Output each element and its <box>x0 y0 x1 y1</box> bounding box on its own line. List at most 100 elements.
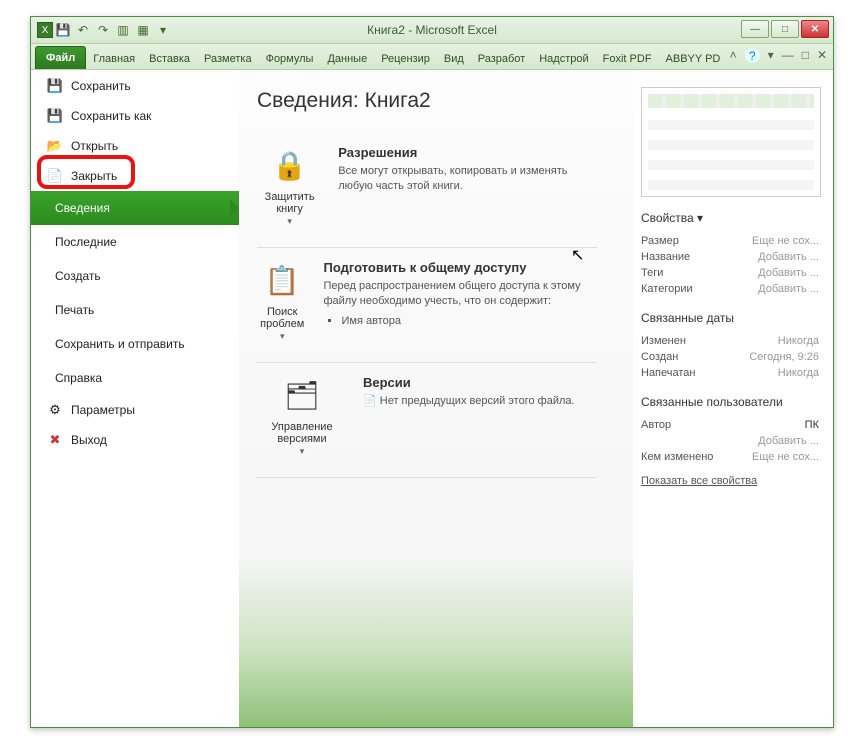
sidebar-recent[interactable]: Последние <box>31 225 239 259</box>
tab-home[interactable]: Главная <box>86 49 142 69</box>
dropdown-icon: ▾ <box>287 216 292 226</box>
prop-printed: НапечатанНикогда <box>641 365 819 381</box>
dropdown-icon: ▾ <box>280 331 285 341</box>
maximize-button[interactable]: □ <box>771 20 799 38</box>
sidebar-label: Сохранить и отправить <box>55 337 185 351</box>
prop-tags[interactable]: ТегиДобавить ... <box>641 265 819 281</box>
tab-layout[interactable]: Разметка <box>197 49 259 69</box>
sidebar-label: Закрыть <box>71 169 117 183</box>
dropdown-icon: ▾ <box>300 446 305 456</box>
tab-file[interactable]: Файл <box>35 46 86 69</box>
prop-lastmod-by: Кем измененоЕще не сох... <box>641 449 819 465</box>
save-as-icon: 💾 <box>47 108 63 124</box>
sidebar-label: Печать <box>55 303 94 317</box>
section-text: Все могут открывать, копировать и изменя… <box>338 164 597 195</box>
properties-header[interactable]: Свойства ▾ <box>641 211 819 225</box>
qat-save-icon[interactable]: 💾 <box>53 20 73 40</box>
title-bar: X 💾 ↶ ↷ ▥ ▦ ▾ Книга2 - Microsoft Excel —… <box>31 17 833 44</box>
sidebar-info[interactable]: Сведения <box>31 191 239 225</box>
close-doc-icon: 📄 <box>47 168 63 184</box>
backstage-main: Сведения: Книга2 🔒 Защитить книгу ▾ Разр… <box>239 71 633 727</box>
qat-more2-icon[interactable]: ▦ <box>133 20 153 40</box>
section-versions: 🗂 Управление версиями ▾ Версии 📄 Нет пре… <box>257 363 597 478</box>
sidebar-options[interactable]: ⚙ Параметры <box>31 395 239 425</box>
workbook-close-icon[interactable]: ✕ <box>817 48 827 63</box>
protect-workbook-button[interactable]: 🔒 Защитить книгу ▾ <box>257 145 322 227</box>
tab-data[interactable]: Данные <box>320 49 374 69</box>
button-label: Управление версиями <box>257 421 347 445</box>
ribbon-tabs: Файл Главная Вставка Разметка Формулы Да… <box>31 44 833 70</box>
window-controls: — □ ✕ <box>741 20 829 38</box>
folder-search-icon: 🗂 <box>278 375 326 415</box>
minimize-button[interactable]: — <box>741 20 769 38</box>
sidebar-label: Параметры <box>71 403 135 417</box>
sidebar-exit[interactable]: ✖ Выход <box>31 425 239 455</box>
sidebar-label: Сведения <box>55 201 110 215</box>
ribbon-down-icon[interactable]: ▾ <box>768 48 774 63</box>
tab-review[interactable]: Рецензир <box>374 49 437 69</box>
section-title: Подготовить к общему доступу <box>323 260 597 275</box>
properties-panel: Свойства ▾ РазмерЕще не сох... НазваниеД… <box>633 71 833 727</box>
qat-undo-icon[interactable]: ↶ <box>73 20 93 40</box>
prop-created: СозданСегодня, 9:26 <box>641 349 819 365</box>
close-button[interactable]: ✕ <box>801 20 829 38</box>
prop-title[interactable]: НазваниеДобавить ... <box>641 249 819 265</box>
ribbon-up-icon[interactable]: ˄ <box>730 48 737 63</box>
section-title: Разрешения <box>338 145 597 160</box>
sidebar-label: Сохранить <box>71 79 131 93</box>
sidebar-label: Выход <box>71 433 107 447</box>
prop-categories[interactable]: КатегорииДобавить ... <box>641 281 819 297</box>
ribbon-right-controls: ˄ ? ▾ — □ ✕ <box>730 48 827 63</box>
section-title: Версии <box>363 375 575 390</box>
footer-gradient <box>239 557 633 727</box>
show-all-properties-link[interactable]: Показать все свойства <box>641 475 757 487</box>
button-label: Защитить книгу <box>257 191 322 215</box>
app-icon: X <box>37 22 53 38</box>
tab-foxit[interactable]: Foxit PDF <box>596 49 659 69</box>
tab-view[interactable]: Вид <box>437 49 471 69</box>
sidebar-save[interactable]: 💾 Сохранить <box>31 71 239 101</box>
workbook-restore-icon[interactable]: □ <box>802 48 809 63</box>
help-icon[interactable]: ? <box>745 48 760 63</box>
section-permissions: 🔒 Защитить книгу ▾ Разрешения Все могут … <box>257 133 597 248</box>
prepare-description: Подготовить к общему доступу Перед распр… <box>323 260 597 342</box>
tab-abbyy[interactable]: ABBYY PD <box>659 49 728 69</box>
sidebar-save-as[interactable]: 💾 Сохранить как <box>31 101 239 131</box>
sidebar-new[interactable]: Создать <box>31 259 239 293</box>
bullet-item: Имя автора <box>341 314 597 329</box>
qat-dropdown-icon[interactable]: ▾ <box>153 20 173 40</box>
tab-insert[interactable]: Вставка <box>142 49 197 69</box>
section-prepare: 📋 Поиск проблем ▾ Подготовить к общему д… <box>257 248 597 363</box>
excel-window: X 💾 ↶ ↷ ▥ ▦ ▾ Книга2 - Microsoft Excel —… <box>30 16 834 728</box>
sidebar-close[interactable]: 📄 Закрыть <box>31 161 239 191</box>
thumbnail-preview <box>641 87 821 197</box>
workbook-min-icon[interactable]: — <box>782 48 794 63</box>
button-label: Поиск проблем <box>257 306 307 330</box>
sidebar-label: Сохранить как <box>71 109 151 123</box>
sidebar-open[interactable]: 📂 Открыть <box>31 131 239 161</box>
check-issues-button[interactable]: 📋 Поиск проблем ▾ <box>257 260 307 342</box>
qat-more1-icon[interactable]: ▥ <box>113 20 133 40</box>
tab-addins[interactable]: Надстрой <box>532 49 595 69</box>
tab-formulas[interactable]: Формулы <box>259 49 321 69</box>
qat-redo-icon[interactable]: ↷ <box>93 20 113 40</box>
page-title: Сведения: Книга2 <box>257 89 617 113</box>
sidebar-label: Открыть <box>71 139 118 153</box>
users-header: Связанные пользователи <box>641 395 819 409</box>
gear-icon: ⚙ <box>47 402 63 418</box>
prop-author: АвторПК <box>641 417 819 433</box>
doc-icon: 📄 <box>363 395 377 407</box>
backstage-sidebar: 💾 Сохранить 💾 Сохранить как 📂 Открыть 📄 … <box>31 71 239 727</box>
versions-description: Версии 📄 Нет предыдущих версий этого фай… <box>363 375 575 457</box>
mouse-cursor-icon: ↖ <box>571 245 584 265</box>
manage-versions-button[interactable]: 🗂 Управление версиями ▾ <box>257 375 347 457</box>
sidebar-help[interactable]: Справка <box>31 361 239 395</box>
sidebar-label: Создать <box>55 269 101 283</box>
sidebar-print[interactable]: Печать <box>31 293 239 327</box>
tab-developer[interactable]: Разработ <box>471 49 532 69</box>
sidebar-share[interactable]: Сохранить и отправить <box>31 327 239 361</box>
prop-add-author[interactable]: Добавить ... <box>641 433 819 449</box>
dates-header: Связанные даты <box>641 311 819 325</box>
sidebar-label: Последние <box>55 235 117 249</box>
section-text: Перед распространением общего доступа к … <box>323 279 597 310</box>
